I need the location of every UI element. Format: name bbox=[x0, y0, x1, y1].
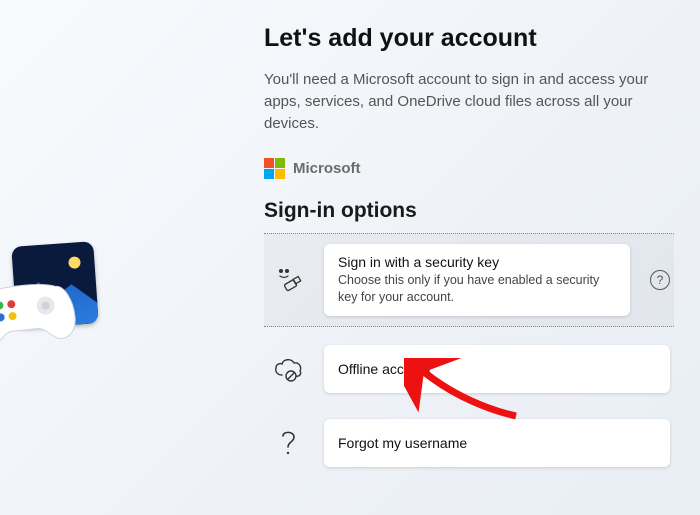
security-key-icon bbox=[268, 263, 310, 297]
microsoft-logo-icon bbox=[264, 158, 285, 179]
offline-account-title: Offline account bbox=[338, 361, 656, 377]
forgot-username-title: Forgot my username bbox=[338, 435, 656, 451]
game-controller-icon bbox=[0, 265, 80, 356]
signin-options-heading: Sign-in options bbox=[264, 199, 674, 223]
offline-cloud-icon bbox=[268, 355, 310, 383]
microsoft-brand: Microsoft bbox=[264, 158, 674, 179]
question-icon bbox=[268, 428, 310, 458]
forgot-username-card[interactable]: Forgot my username bbox=[324, 419, 670, 467]
decorative-illustration bbox=[0, 238, 120, 388]
option-offline-account[interactable]: Offline account bbox=[264, 335, 674, 403]
option-security-key[interactable]: Sign in with a security key Choose this … bbox=[264, 233, 674, 327]
security-key-card[interactable]: Sign in with a security key Choose this … bbox=[324, 244, 630, 316]
page-subtitle: You'll need a Microsoft account to sign … bbox=[264, 69, 674, 134]
option-forgot-username[interactable]: Forgot my username bbox=[264, 409, 674, 477]
security-key-title: Sign in with a security key bbox=[338, 254, 616, 270]
offline-account-card[interactable]: Offline account bbox=[324, 345, 670, 393]
security-key-desc: Choose this only if you have enabled a s… bbox=[338, 272, 616, 306]
help-icon[interactable]: ? bbox=[650, 270, 670, 290]
page-title: Let's add your account bbox=[264, 24, 674, 53]
microsoft-brand-text: Microsoft bbox=[293, 160, 361, 177]
